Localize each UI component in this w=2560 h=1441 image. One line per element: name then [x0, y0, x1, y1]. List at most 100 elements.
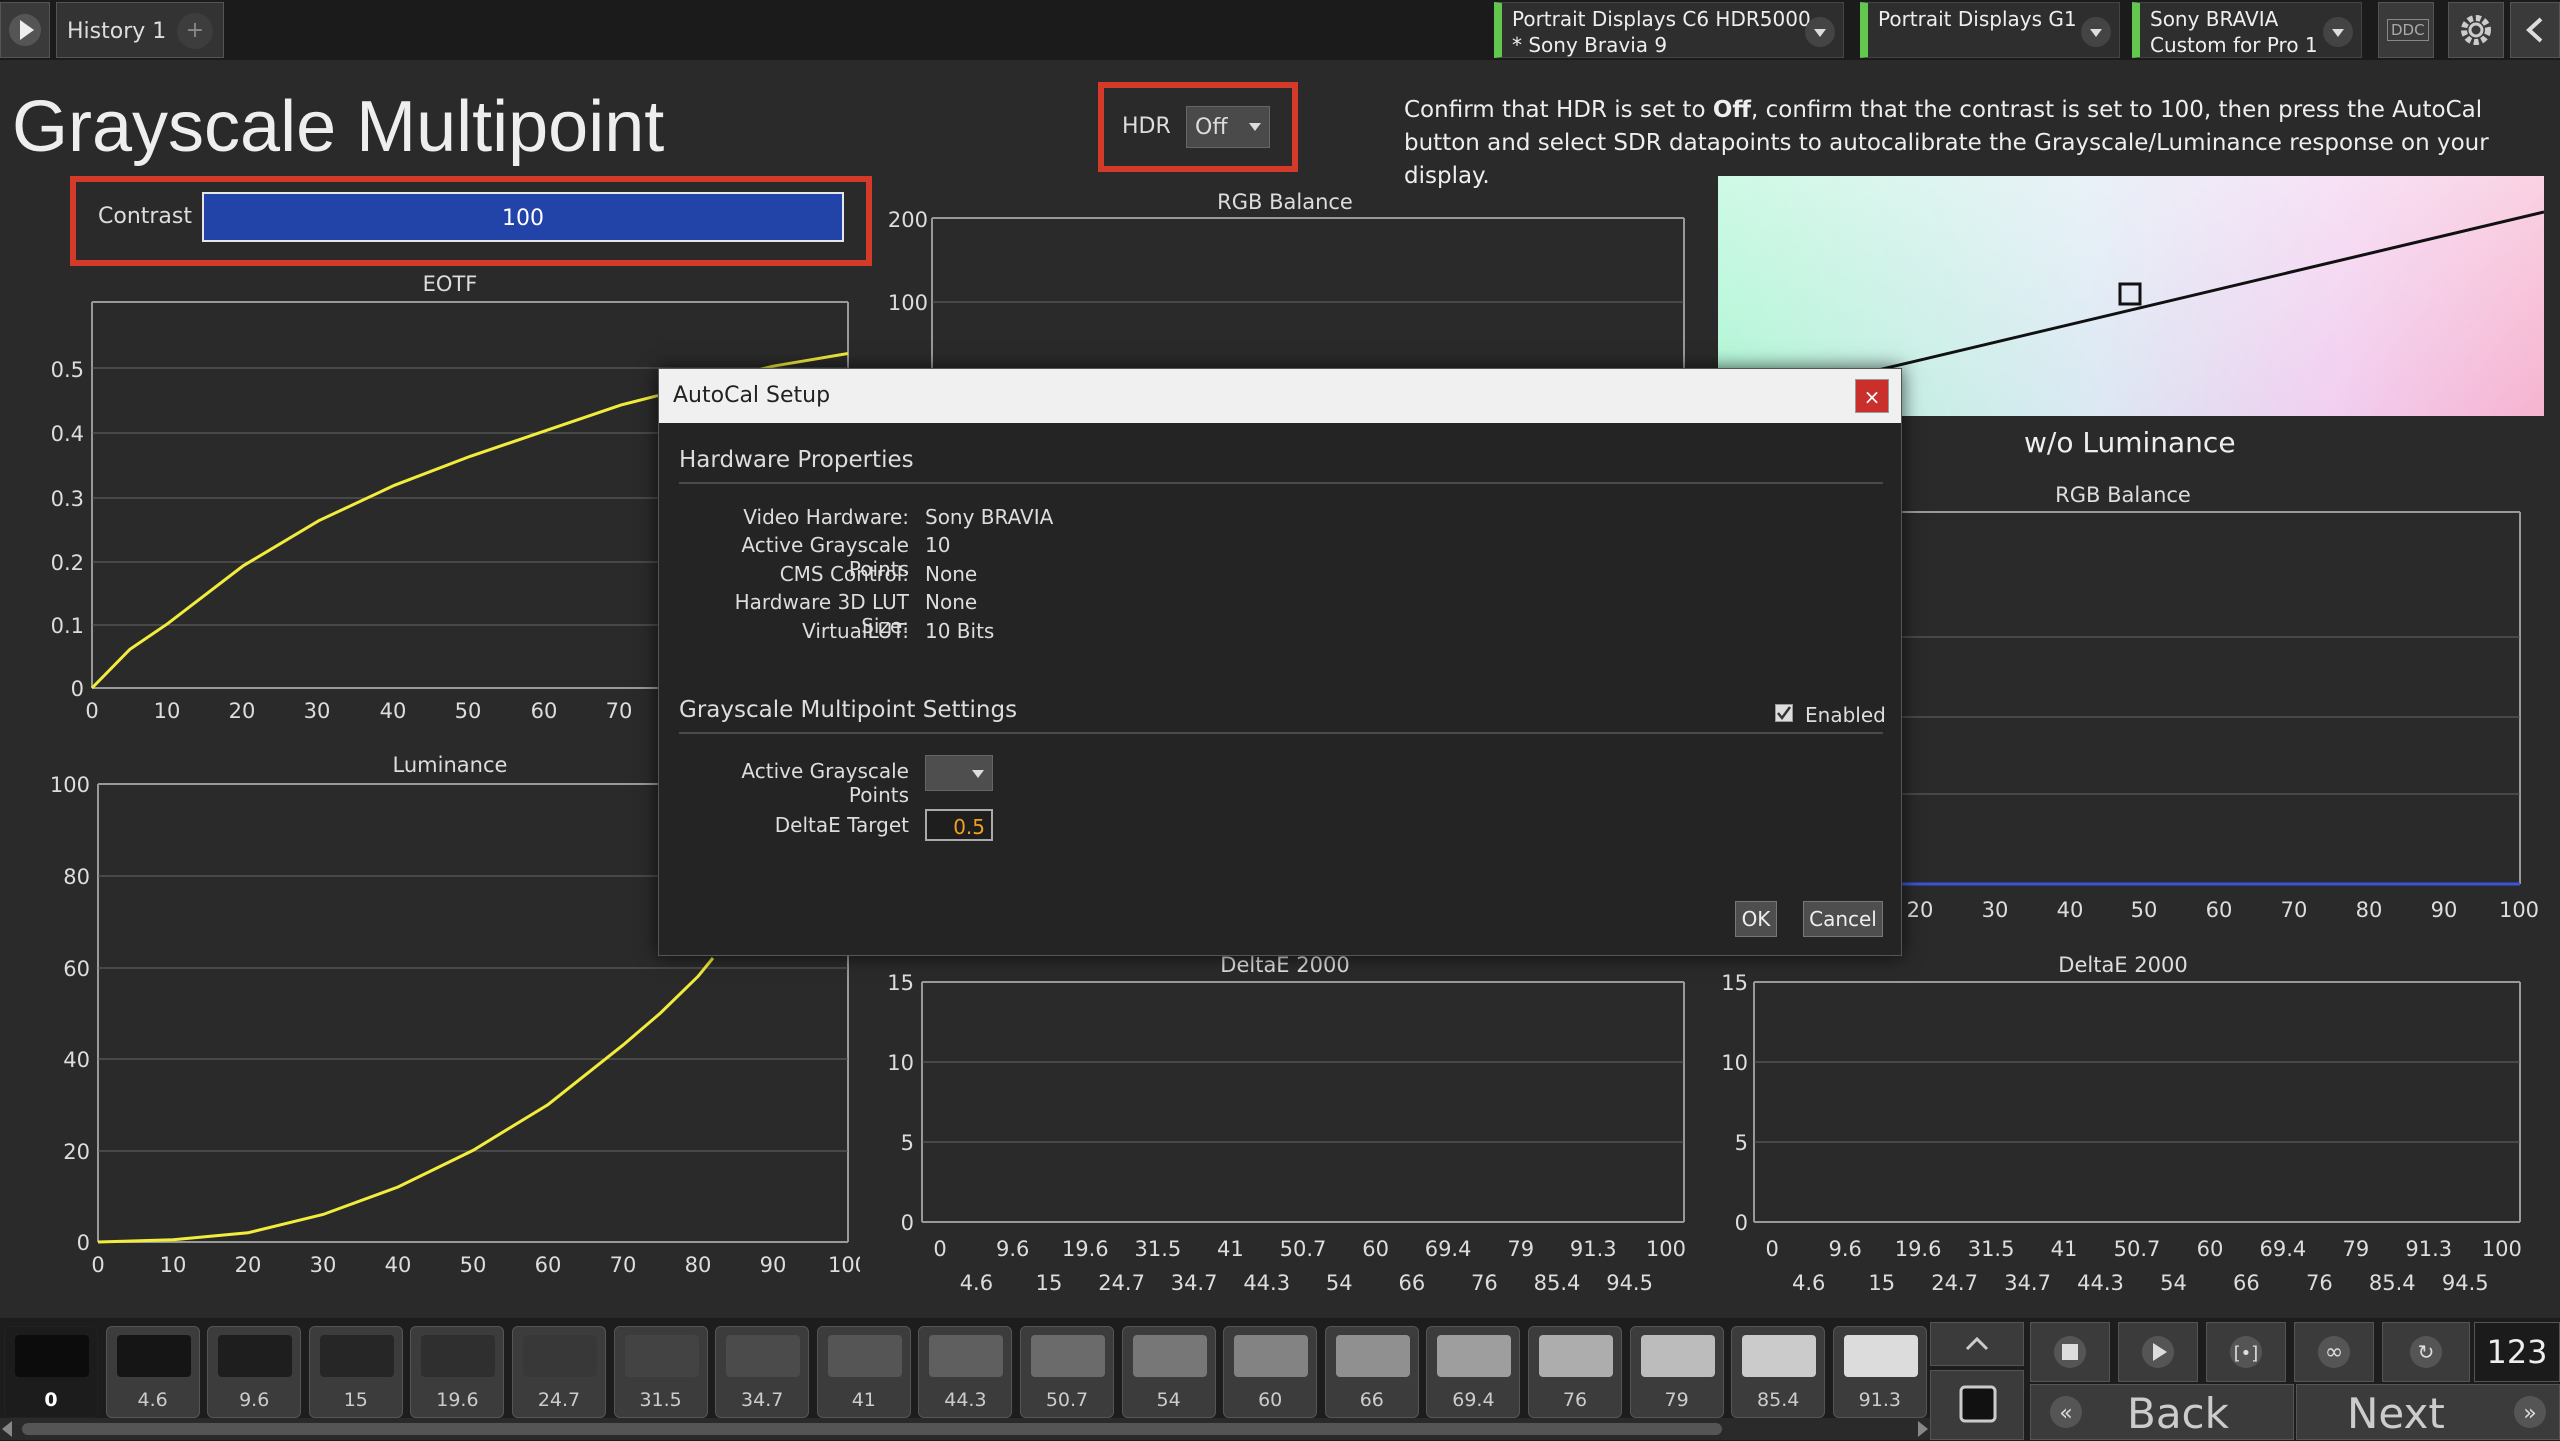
x-tick: 50: [2131, 898, 2158, 922]
meter-selector[interactable]: Portrait Displays C6 HDR5000 * Sony Brav…: [1494, 2, 1844, 58]
x-tick: 4.6: [1792, 1271, 1825, 1295]
swatch-chip: [1031, 1335, 1105, 1377]
instructions-bold: Off: [1712, 97, 1752, 123]
close-icon[interactable]: ×: [1855, 379, 1889, 413]
svg-text:»: »: [2523, 1401, 2536, 1426]
scroll-up-button[interactable]: [1930, 1322, 2024, 1366]
tab-history-1[interactable]: History 1 +: [56, 2, 224, 58]
swatch-0[interactable]: 0: [4, 1326, 98, 1418]
swatch-label: 66: [1359, 1389, 1384, 1411]
play-icon[interactable]: [0, 2, 50, 58]
divider: [679, 482, 1883, 484]
swatch-54[interactable]: 54: [1121, 1326, 1216, 1418]
settings-button[interactable]: [2448, 2, 2504, 58]
scrollbar-thumb[interactable]: [22, 1423, 1722, 1435]
chevron-down-icon[interactable]: [1805, 17, 1835, 47]
swatch-chip: [624, 1335, 699, 1377]
infinity-icon: ∞: [2318, 1336, 2350, 1368]
swatch-31.5[interactable]: 31.5: [613, 1326, 708, 1418]
swatch-44.3[interactable]: 44.3: [918, 1326, 1013, 1418]
swatch-9.6[interactable]: 9.6: [207, 1326, 302, 1418]
deltae-chart-1: 15 10 5 0 0 4.69.6 15 19.6 24.7 31.5 34.7 41 44.3 50…: [887, 971, 1686, 1295]
prop-label: VirtualLUT:: [802, 619, 909, 643]
back-button[interactable]: « Back: [2030, 1384, 2294, 1440]
swatch-79[interactable]: 79: [1629, 1326, 1724, 1418]
x-tick: 94.5: [2442, 1271, 2489, 1295]
deltae-target-input[interactable]: 0.5: [925, 809, 993, 841]
swatch-19.6[interactable]: 19.6: [410, 1326, 505, 1418]
chevron-down-icon[interactable]: [2081, 17, 2111, 47]
x-tick: 100: [2499, 898, 2539, 922]
x-tick: 50.7: [1280, 1237, 1327, 1261]
scroll-right-icon[interactable]: [1918, 1421, 1928, 1437]
x-tick: 60: [1362, 1237, 1389, 1261]
prop-value: None: [925, 562, 978, 586]
swatch-chip: [929, 1335, 1004, 1377]
swatch-69.4[interactable]: 69.4: [1426, 1326, 1521, 1418]
x-tick: 69.4: [1425, 1237, 1472, 1261]
display-name: Sony BRAVIA: [2150, 7, 2279, 31]
enabled-label: Enabled: [1805, 703, 1886, 727]
divider: [679, 732, 1883, 734]
add-tab-button[interactable]: +: [177, 13, 213, 49]
play-button[interactable]: [2118, 1322, 2198, 1382]
swatch-chip: [1742, 1335, 1817, 1377]
generator-selector[interactable]: Portrait Displays G1: [1860, 2, 2120, 58]
x-tick: 40: [2057, 898, 2084, 922]
swatch-50.7[interactable]: 50.7: [1020, 1326, 1114, 1418]
swatch-chip: [319, 1335, 394, 1377]
swatch-85.4[interactable]: 85.4: [1731, 1326, 1826, 1418]
x-tick: 90: [2431, 898, 2458, 922]
swatch-66[interactable]: 66: [1324, 1326, 1419, 1418]
contrast-label: Contrast: [98, 204, 193, 229]
x-tick: 19.6: [1895, 1237, 1942, 1261]
prop-value: 10: [925, 533, 951, 557]
swatch-4.6[interactable]: 4.6: [105, 1326, 200, 1418]
x-tick: 41: [1217, 1237, 1244, 1261]
swatch-15[interactable]: 15: [308, 1326, 403, 1418]
enabled-checkbox[interactable]: [1775, 704, 1793, 722]
stop-measure-button[interactable]: [1930, 1370, 2024, 1440]
deltae-chart-2: 151050 04.69.61519.624.731.534.74144.350…: [1721, 971, 2522, 1295]
rgb-y-ticks: 200 100: [888, 208, 928, 315]
y-tick: 5: [1735, 1131, 1748, 1155]
deltae-target-label: DeltaE Target: [774, 813, 909, 837]
swatch-label: 41: [851, 1389, 876, 1411]
swatch-chip: [1234, 1335, 1309, 1377]
svg-text:∞: ∞: [2325, 1340, 2343, 1365]
ok-button[interactable]: OK: [1735, 901, 1777, 937]
next-button[interactable]: Next »: [2296, 1384, 2560, 1440]
swatch-chip: [1843, 1335, 1918, 1377]
check-icon: [1777, 706, 1792, 721]
x-tick: 66: [1399, 1271, 1426, 1295]
dialog-titlebar: AutoCal Setup ×: [659, 369, 1901, 423]
horizontal-scrollbar[interactable]: [0, 1418, 1930, 1440]
swatch-41[interactable]: 41: [816, 1326, 911, 1418]
swatch-34.7[interactable]: 34.7: [715, 1326, 810, 1418]
contrast-slider[interactable]: 100: [202, 192, 844, 242]
instructions-part1: Confirm that HDR is set to: [1404, 97, 1713, 123]
x-tick: 30: [1982, 898, 2009, 922]
chevron-down-icon: [972, 770, 984, 778]
refresh-button[interactable]: ↻: [2382, 1322, 2470, 1382]
swatch-label: 4.6: [137, 1389, 168, 1411]
cancel-button[interactable]: Cancel: [1803, 901, 1883, 937]
scroll-left-icon[interactable]: [2, 1421, 12, 1437]
ddc-button[interactable]: DDC: [2378, 2, 2434, 58]
swatch-chip: [1539, 1335, 1613, 1377]
measure-once-button[interactable]: [•]: [2206, 1322, 2286, 1382]
continuous-button[interactable]: ∞: [2294, 1322, 2374, 1382]
swatch-76[interactable]: 76: [1528, 1326, 1622, 1418]
swatch-60[interactable]: 60: [1223, 1326, 1318, 1418]
active-points-select[interactable]: [925, 755, 993, 791]
hdr-select[interactable]: Off: [1186, 106, 1270, 148]
swatch-24.7[interactable]: 24.7: [512, 1326, 606, 1418]
x-tick: 40: [385, 1253, 412, 1277]
x-tick: 60: [2206, 898, 2233, 922]
stop-button[interactable]: [2030, 1322, 2110, 1382]
swatch-91.3[interactable]: 91.3: [1832, 1326, 1927, 1418]
collapse-button[interactable]: [2510, 2, 2560, 58]
meter-name: Portrait Displays C6 HDR5000: [1512, 7, 1811, 31]
chevron-down-icon[interactable]: [2323, 17, 2353, 47]
display-selector[interactable]: Sony BRAVIA Custom for Pro 1: [2132, 2, 2362, 58]
